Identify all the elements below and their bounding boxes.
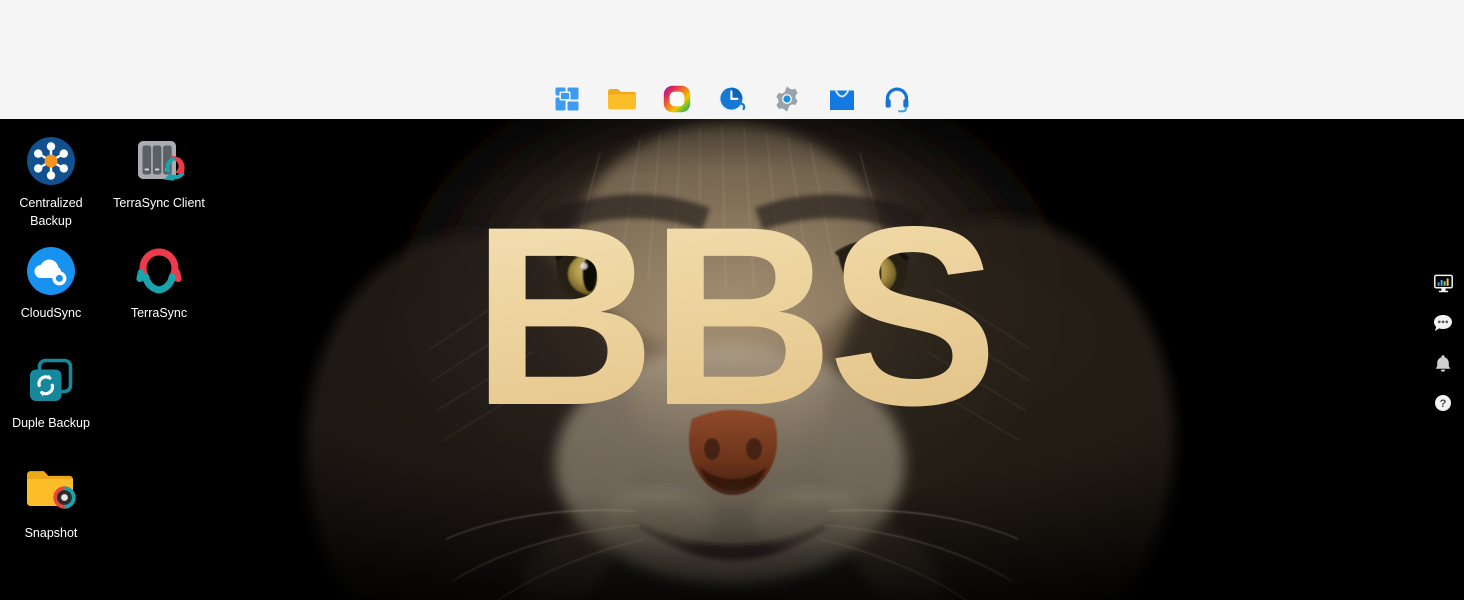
desktop-icon-centralized-backup[interactable]: Centralized Backup xyxy=(0,133,102,230)
folder-camera-icon xyxy=(0,463,102,519)
desktop-icon-terrasync-client[interactable]: TerraSync Client xyxy=(108,133,210,212)
shopping-bag-icon xyxy=(828,86,856,112)
desktop-icon-snapshot[interactable]: Snapshot xyxy=(0,463,102,542)
rail-resource-monitor-button[interactable] xyxy=(1429,270,1457,296)
taskbar-file-station-button[interactable] xyxy=(605,82,639,116)
taskbar-package-center-button[interactable] xyxy=(825,82,859,116)
desktop-screen: BBS Centralized Backup TerraSync Client … xyxy=(0,0,1464,600)
gear-icon xyxy=(773,85,801,113)
desktop-icon-duple-backup[interactable]: Duple Backup xyxy=(0,353,102,432)
desktop-icon-label: CloudSync xyxy=(20,306,82,320)
top-taskbar xyxy=(0,0,1464,119)
bell-icon xyxy=(1434,354,1452,373)
rainbow-square-icon xyxy=(663,85,691,113)
grid-squares-icon xyxy=(554,86,580,112)
svg-text:?: ? xyxy=(1440,398,1447,410)
taskbar-icon-group xyxy=(0,80,1464,118)
desktop-icon-terrasync[interactable]: TerraSync xyxy=(108,243,210,322)
dual-arrow-ring-icon xyxy=(108,243,210,299)
taskbar-support-center-button[interactable] xyxy=(880,82,914,116)
stacked-refresh-icon xyxy=(0,353,102,409)
taskbar-clock-button[interactable] xyxy=(715,82,749,116)
headset-icon xyxy=(883,85,911,113)
taskbar-control-panel-button[interactable] xyxy=(770,82,804,116)
taskbar-main-menu-button[interactable] xyxy=(550,82,584,116)
nas-bays-sync-icon xyxy=(108,133,210,189)
desktop-icon-cloudsync[interactable]: CloudSync xyxy=(0,243,102,322)
rail-help-button[interactable]: ? xyxy=(1429,390,1457,416)
desktop-icon-label: Centralized Backup xyxy=(19,196,83,228)
desktop-icon-label: Snapshot xyxy=(24,526,78,540)
chat-bubble-icon xyxy=(1433,314,1453,332)
rail-notifications-button[interactable] xyxy=(1429,350,1457,376)
svg-text:BBS: BBS xyxy=(472,174,992,459)
desktop-icon-label: Duple Backup xyxy=(12,416,90,430)
taskbar-synology-photos-button[interactable] xyxy=(660,82,694,116)
question-circle-icon: ? xyxy=(1434,394,1452,412)
desktop-icon-grid: Centralized Backup TerraSync Client Clou… xyxy=(0,119,240,600)
desktop-icon-label: TerraSync Client xyxy=(113,196,205,210)
cloud-arrow-icon xyxy=(0,243,102,299)
desktop-icon-label: TerraSync xyxy=(130,306,188,320)
clock-icon xyxy=(718,85,746,113)
folder-icon xyxy=(607,86,637,112)
right-widget-rail: ? xyxy=(1426,270,1460,416)
rail-chat-button[interactable] xyxy=(1429,310,1457,336)
monitor-chart-icon xyxy=(1433,274,1453,293)
hub-network-icon xyxy=(0,133,102,189)
